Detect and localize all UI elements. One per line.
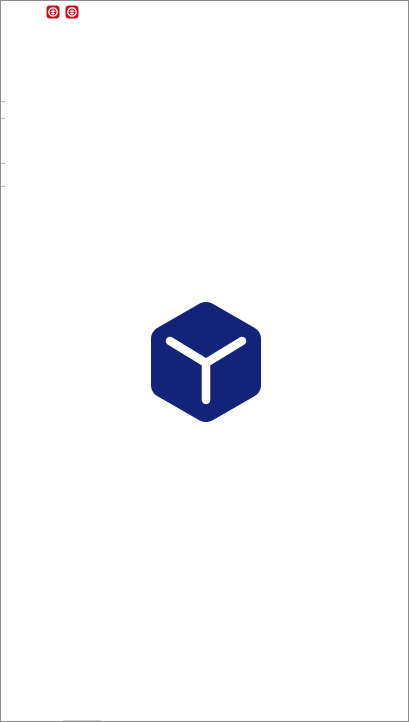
bottom-edge-marker: [63, 720, 101, 721]
cube-logo-icon: [151, 302, 261, 422]
edge-marker: [1, 163, 5, 164]
edge-marker: [1, 118, 5, 119]
app-notification-icon: [65, 5, 79, 18]
app-screen: [0, 0, 409, 722]
edge-marker: [1, 101, 5, 102]
status-bar: [46, 4, 79, 19]
edge-marker: [1, 186, 5, 187]
app-notification-icon: [46, 5, 60, 18]
